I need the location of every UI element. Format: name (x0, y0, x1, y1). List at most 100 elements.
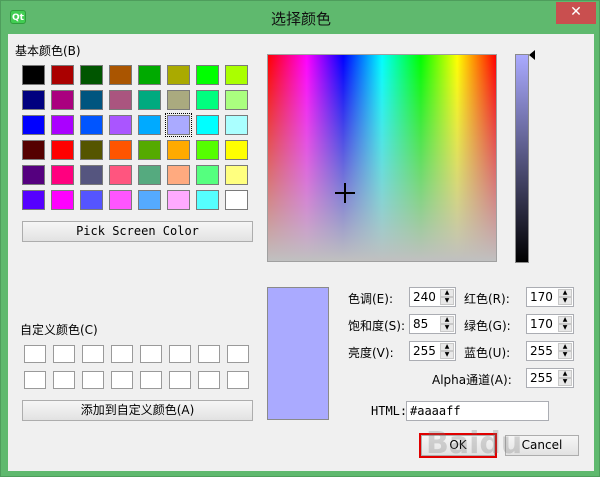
basic-color-swatch[interactable] (225, 190, 248, 210)
basic-color-swatch[interactable] (165, 113, 192, 137)
pick-screen-color-button[interactable]: Pick Screen Color (22, 221, 253, 242)
basic-color-swatch[interactable] (109, 140, 132, 160)
basic-color-swatch[interactable] (22, 90, 45, 110)
add-to-custom-colors-button[interactable]: 添加到自定义颜色(A) (22, 400, 253, 421)
basic-color-swatch[interactable] (167, 65, 190, 85)
hue-saturation-picker[interactable] (267, 54, 497, 262)
spin-down-icon[interactable]: ▼ (558, 351, 572, 359)
blue-spinbox[interactable]: 255 ▲ ▼ (526, 341, 574, 361)
spin-down-icon[interactable]: ▼ (558, 378, 572, 386)
custom-color-swatch[interactable] (169, 345, 191, 363)
basic-color-swatch[interactable] (51, 140, 74, 160)
saturation-spinbox[interactable]: 85 ▲ ▼ (409, 314, 456, 334)
basic-color-swatch[interactable] (196, 165, 219, 185)
basic-color-swatch[interactable] (225, 165, 248, 185)
saturation-gradient (268, 55, 496, 261)
basic-color-swatch[interactable] (196, 115, 219, 135)
title-bar[interactable]: Qt 选择颜色 ✕ (1, 1, 600, 34)
basic-color-swatch[interactable] (80, 115, 103, 135)
basic-color-swatch[interactable] (109, 190, 132, 210)
basic-color-swatch[interactable] (138, 65, 161, 85)
custom-color-swatch[interactable] (82, 371, 104, 389)
custom-color-swatch[interactable] (82, 345, 104, 363)
basic-color-swatch[interactable] (22, 65, 45, 85)
basic-color-swatch[interactable] (80, 65, 103, 85)
custom-color-swatch[interactable] (111, 345, 133, 363)
basic-color-swatch[interactable] (51, 190, 74, 210)
basic-color-swatch[interactable] (167, 90, 190, 110)
basic-color-swatch[interactable] (167, 165, 190, 185)
custom-color-swatch[interactable] (198, 371, 220, 389)
custom-color-swatch[interactable] (169, 371, 191, 389)
spin-up-icon[interactable]: ▲ (440, 343, 454, 351)
custom-color-swatch[interactable] (111, 371, 133, 389)
alpha-spinbox[interactable]: 255 ▲ ▼ (526, 368, 574, 388)
spin-up-icon[interactable]: ▲ (440, 316, 454, 324)
spin-up-icon[interactable]: ▲ (558, 289, 572, 297)
basic-color-swatch[interactable] (80, 140, 103, 160)
value-slider[interactable] (515, 54, 529, 263)
basic-color-swatch[interactable] (167, 140, 190, 160)
html-hex-input[interactable]: #aaaaff (406, 401, 549, 421)
hue-spinbox[interactable]: 240 ▲ ▼ (409, 287, 456, 307)
custom-color-swatch[interactable] (140, 345, 162, 363)
basic-color-swatch[interactable] (51, 165, 74, 185)
basic-color-swatch[interactable] (109, 115, 132, 135)
basic-color-swatch[interactable] (22, 115, 45, 135)
custom-color-swatch[interactable] (140, 371, 162, 389)
custom-color-swatch[interactable] (24, 371, 46, 389)
spin-down-icon[interactable]: ▼ (558, 297, 572, 305)
basic-color-swatch[interactable] (138, 90, 161, 110)
color-preview (267, 287, 329, 420)
custom-color-swatch[interactable] (53, 345, 75, 363)
basic-color-swatch[interactable] (51, 115, 74, 135)
spin-up-icon[interactable]: ▲ (558, 370, 572, 378)
basic-color-swatch[interactable] (80, 90, 103, 110)
custom-color-swatch[interactable] (24, 345, 46, 363)
saturation-value: 85 (413, 317, 429, 331)
spin-down-icon[interactable]: ▼ (440, 324, 454, 332)
basic-color-swatch[interactable] (196, 140, 219, 160)
basic-color-swatch[interactable] (225, 115, 248, 135)
basic-color-swatch[interactable] (109, 90, 132, 110)
custom-color-swatch[interactable] (227, 345, 249, 363)
basic-color-swatch[interactable] (51, 90, 74, 110)
custom-color-swatch[interactable] (53, 371, 75, 389)
basic-color-swatch[interactable] (51, 65, 74, 85)
custom-color-swatch[interactable] (227, 371, 249, 389)
basic-color-swatch[interactable] (109, 65, 132, 85)
basic-color-swatch[interactable] (138, 190, 161, 210)
spin-up-icon[interactable]: ▲ (440, 289, 454, 297)
basic-color-swatch[interactable] (225, 140, 248, 160)
close-icon: ✕ (570, 4, 582, 20)
basic-color-swatch[interactable] (167, 190, 190, 210)
value-label: 亮度(V): (348, 346, 394, 360)
basic-color-swatch[interactable] (80, 190, 103, 210)
basic-color-swatch[interactable] (225, 90, 248, 110)
alpha-value: 255 (530, 371, 553, 385)
basic-color-swatch[interactable] (138, 115, 161, 135)
basic-color-swatch[interactable] (196, 190, 219, 210)
basic-color-swatch[interactable] (196, 65, 219, 85)
basic-color-swatch[interactable] (22, 140, 45, 160)
basic-color-swatch[interactable] (138, 165, 161, 185)
spin-down-icon[interactable]: ▼ (440, 297, 454, 305)
basic-color-swatch[interactable] (22, 165, 45, 185)
spin-up-icon[interactable]: ▲ (558, 316, 572, 324)
basic-color-swatch[interactable] (138, 140, 161, 160)
basic-color-swatch[interactable] (22, 190, 45, 210)
basic-color-swatch[interactable] (109, 165, 132, 185)
spin-down-icon[interactable]: ▼ (558, 324, 572, 332)
value-spinbox[interactable]: 255 ▲ ▼ (409, 341, 456, 361)
slider-arrow-icon[interactable] (529, 50, 535, 60)
spin-up-icon[interactable]: ▲ (558, 343, 572, 351)
basic-color-swatch[interactable] (80, 165, 103, 185)
window-title: 选择颜色 (270, 10, 331, 28)
red-spinbox[interactable]: 170 ▲ ▼ (526, 287, 574, 307)
custom-color-swatch[interactable] (198, 345, 220, 363)
close-button[interactable]: ✕ (556, 2, 596, 24)
green-spinbox[interactable]: 170 ▲ ▼ (526, 314, 574, 334)
basic-color-swatch[interactable] (225, 65, 248, 85)
spin-down-icon[interactable]: ▼ (440, 351, 454, 359)
basic-color-swatch[interactable] (196, 90, 219, 110)
